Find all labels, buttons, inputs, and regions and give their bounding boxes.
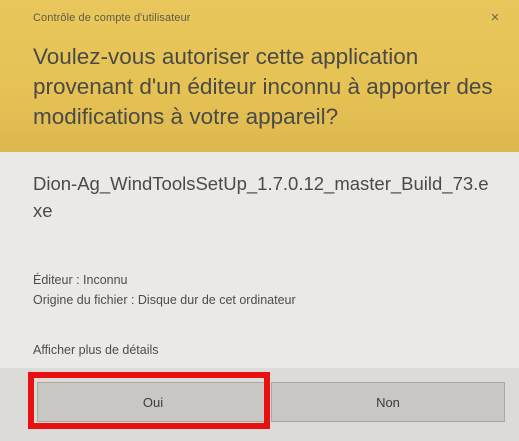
prompt-question: Voulez-vous autoriser cette application … <box>33 44 493 129</box>
yes-button[interactable]: Oui <box>37 382 269 422</box>
dialog-header: Contrôle de compte d'utilisateur × Voule… <box>0 0 519 152</box>
file-origin-label: Origine du fichier : Disque dur de cet o… <box>33 293 296 307</box>
window-title: Contrôle de compte d'utilisateur <box>33 12 191 24</box>
publisher-label: Éditeur : Inconnu <box>33 273 128 287</box>
show-more-details-link[interactable]: Afficher plus de détails <box>33 343 159 357</box>
application-name: Dion-Ag_WindToolsSetUp_1.7.0.12_master_B… <box>33 173 489 221</box>
uac-dialog: Contrôle de compte d'utilisateur × Voule… <box>0 0 519 441</box>
close-icon[interactable]: × <box>485 8 505 28</box>
no-button[interactable]: Non <box>271 382 505 422</box>
button-bar: Oui Non <box>0 368 519 441</box>
app-metadata: Éditeur : Inconnu Origine du fichier : D… <box>33 270 493 310</box>
